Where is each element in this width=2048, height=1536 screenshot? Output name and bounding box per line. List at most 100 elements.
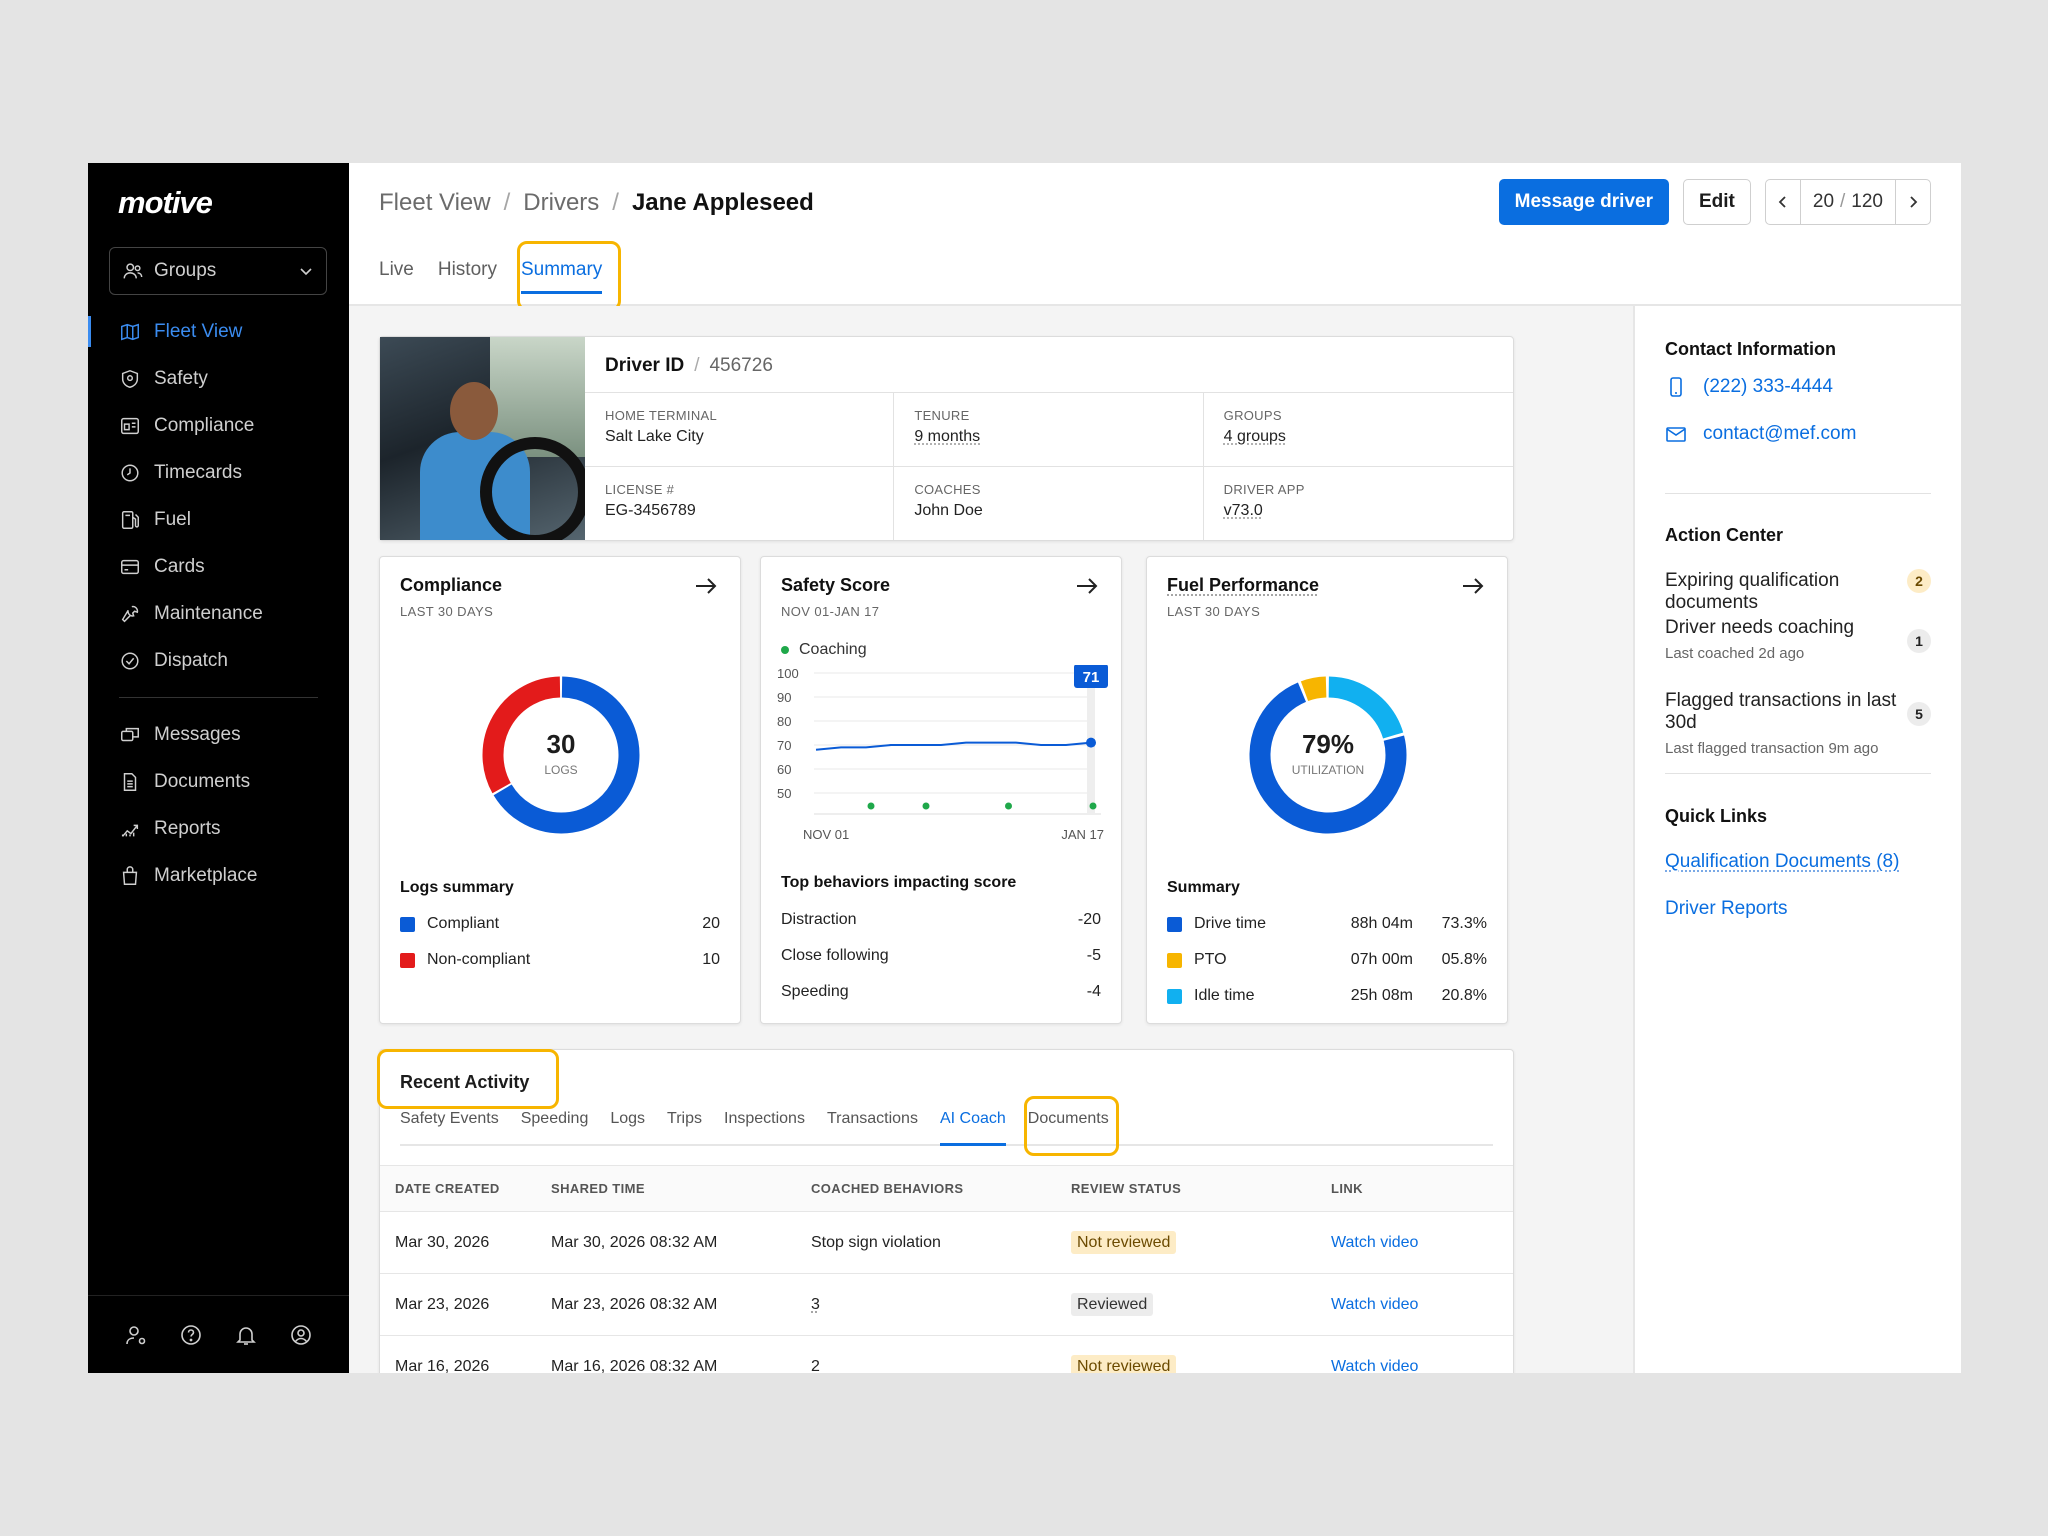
column-shared-time[interactable]: SHARED TIME (536, 1165, 796, 1212)
legend-pto: PTO 07h 00m 05.8% (1167, 951, 1487, 969)
legend-label: Drive time (1194, 915, 1267, 932)
tab-summary[interactable]: Summary (520, 259, 603, 294)
detail-label: GROUPS (1223, 408, 1282, 423)
safety-score-card[interactable]: Safety Score NOV 01-JAN 17 Coaching 100 9… (760, 556, 1122, 1024)
sidebar-item-dispatch[interactable]: Dispatch (88, 637, 349, 684)
tab-speeding[interactable]: Speeding (521, 1108, 589, 1144)
watch-video-link[interactable]: Watch video (1331, 1296, 1418, 1313)
driver-reports-link[interactable]: Driver Reports (1665, 898, 1787, 920)
page-tabs: Live History Summary (379, 259, 626, 294)
tab-transactions[interactable]: Transactions (827, 1108, 918, 1144)
breadcrumb-separator: / (503, 189, 511, 216)
tab-safety-events[interactable]: Safety Events (400, 1108, 499, 1144)
bell-icon[interactable] (234, 1323, 258, 1347)
behavior-value: -4 (1086, 983, 1101, 1000)
tab-ai-coach[interactable]: AI Coach (939, 1108, 1006, 1146)
detail-value[interactable]: 9 months (914, 428, 1182, 446)
watch-video-link[interactable]: Watch video (1331, 1358, 1418, 1374)
cell-shared: Mar 16, 2026 08:32 AM (536, 1335, 796, 1373)
cell-behaviors: 2 (796, 1335, 1056, 1374)
quick-links-title: Quick Links (1665, 806, 1768, 826)
sidebar-item-reports[interactable]: Reports (88, 805, 349, 852)
next-driver-button[interactable] (1896, 180, 1930, 224)
sidebar-item-fuel[interactable]: Fuel (88, 496, 349, 543)
sidebar-item-messages[interactable]: Messages (88, 711, 349, 758)
email-link[interactable]: contact@mef.com (1665, 423, 1856, 445)
detail-value[interactable]: 4 groups (1224, 428, 1493, 446)
column-link: LINK (1316, 1165, 1513, 1212)
fuel-center: 79% UTILIZATION (1147, 729, 1509, 777)
cell-shared: Mar 30, 2026 08:32 AM (536, 1211, 796, 1274)
tab-trips[interactable]: Trips (667, 1108, 702, 1144)
sidebar-item-maintenance[interactable]: Maintenance (88, 590, 349, 637)
cell-status: Reviewed (1056, 1273, 1316, 1336)
sidebar-item-timecards[interactable]: Timecards (88, 449, 349, 496)
arrow-right-icon[interactable] (1075, 575, 1099, 597)
behaviors-count[interactable]: 3 (811, 1296, 820, 1313)
help-icon[interactable] (179, 1323, 203, 1347)
tab-logs[interactable]: Logs (610, 1108, 645, 1144)
account-icon[interactable] (289, 1323, 313, 1347)
behaviors-count[interactable]: 2 (811, 1358, 820, 1374)
sidebar-item-compliance[interactable]: Compliance (88, 402, 349, 449)
fuel-performance-card[interactable]: Fuel Performance LAST 30 DAYS 79% UTILIZ… (1146, 556, 1508, 1024)
phone-link[interactable]: (222) 333-4444 (1665, 376, 1833, 398)
phone-icon (1670, 377, 1682, 397)
sidebar-item-label: Messages (154, 723, 241, 745)
driver-pager: 20 / 120 (1764, 179, 1931, 225)
message-driver-button[interactable]: Message driver (1498, 179, 1669, 225)
detail-coaches: COACHES John Doe (894, 466, 1204, 540)
coaching-point[interactable] (1005, 802, 1012, 810)
tab-live[interactable]: Live (379, 259, 414, 294)
qualification-documents-link[interactable]: Qualification Documents (8) (1665, 851, 1899, 873)
sidebar-item-cards[interactable]: Cards (88, 543, 349, 590)
tab-inspections[interactable]: Inspections (724, 1108, 805, 1144)
coaching-point[interactable] (922, 802, 930, 810)
sidebar-item-safety[interactable]: Safety (88, 355, 349, 402)
arrow-right-icon[interactable] (694, 575, 718, 597)
column-review-status[interactable]: REVIEW STATUS (1056, 1165, 1316, 1212)
groups-dropdown[interactable]: Groups (109, 247, 327, 295)
legend-label: PTO (1194, 951, 1227, 968)
pager-separator: / (1840, 191, 1846, 212)
legend-swatch (400, 916, 415, 932)
detail-value[interactable]: v73.0 (1224, 502, 1493, 520)
chevron-right-icon (1910, 196, 1918, 208)
sidebar-item-fleet-view[interactable]: Fleet View (88, 308, 349, 355)
breadcrumb-fleet-view[interactable]: Fleet View (379, 189, 491, 217)
driver-details-grid: HOME TERMINAL Salt Lake City TENURE 9 mo… (585, 392, 1513, 540)
pager-total: 120 (1851, 191, 1883, 212)
coaching-point[interactable] (867, 802, 875, 810)
sidebar-item-marketplace[interactable]: Marketplace (88, 852, 349, 899)
previous-driver-button[interactable] (1766, 180, 1800, 224)
compliance-center-value: 30 (546, 729, 576, 759)
column-date-created[interactable]: DATE CREATED (380, 1165, 536, 1212)
column-coached-behaviors[interactable]: COACHED BEHAVIORS (796, 1165, 1056, 1212)
sidebar-item-documents[interactable]: Documents (88, 758, 349, 805)
y-tick-label: 70 (777, 738, 791, 753)
sidebar-item-label: Reports (154, 817, 221, 839)
watch-video-link[interactable]: Watch video (1331, 1234, 1418, 1251)
arrow-right-icon[interactable] (1461, 575, 1485, 597)
breadcrumb-drivers[interactable]: Drivers (523, 189, 599, 217)
user-settings-icon[interactable] (124, 1323, 148, 1347)
action-item-expiring-docs[interactable]: Expiring qualification documents 2 (1665, 569, 1931, 614)
edit-button[interactable]: Edit (1682, 179, 1751, 225)
cell-date: Mar 16, 2026 (380, 1335, 536, 1373)
action-item-needs-coaching[interactable]: Driver needs coaching Last coached 2d ag… (1665, 617, 1931, 662)
legend-idle-time: Idle time 25h 08m 20.8% (1167, 987, 1487, 1005)
tab-documents[interactable]: Documents (1028, 1108, 1109, 1144)
status-badge: Not reviewed (1071, 1230, 1177, 1254)
fuel-center-label: UTILIZATION (1291, 763, 1365, 777)
cell-link: Watch video (1316, 1335, 1513, 1374)
compliance-card[interactable]: Compliance LAST 30 DAYS 30 LOGS Logs sum… (379, 556, 741, 1024)
legend-swatch (1167, 916, 1182, 932)
coaching-point[interactable] (1089, 802, 1097, 810)
latest-score-point[interactable] (1086, 737, 1096, 748)
tab-history[interactable]: History (438, 259, 497, 294)
chevron-down-icon (300, 268, 312, 276)
table-row: Mar 16, 2026 Mar 16, 2026 08:32 AM 2 Not… (380, 1335, 1513, 1374)
action-item-flagged-transactions[interactable]: Flagged transactions in last 30d Last fl… (1665, 690, 1931, 757)
recent-activity-title: Recent Activity (400, 1072, 530, 1092)
motive-logo[interactable]: motive (118, 185, 213, 221)
